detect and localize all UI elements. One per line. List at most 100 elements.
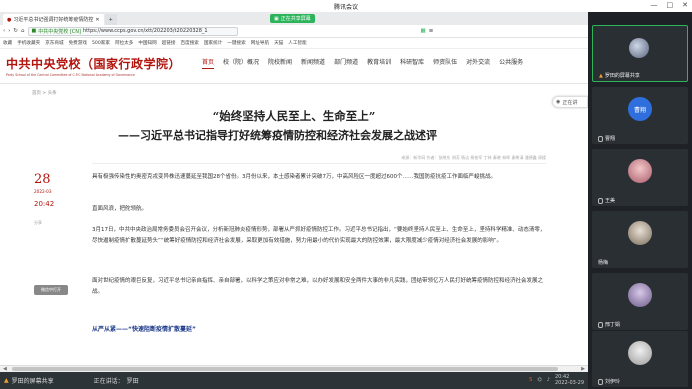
nav-item[interactable]: 校（院）概况: [223, 57, 259, 69]
mic-icon: [598, 321, 603, 328]
participant-tile[interactable]: 杨梅: [592, 211, 688, 268]
home-icon[interactable]: ⌂: [21, 28, 25, 34]
tab-title: 习近平总书记强调打好统筹疫情防控: [13, 17, 94, 23]
forward-icon[interactable]: ›: [8, 28, 10, 34]
bookmark-item[interactable]: 免费游戏: [69, 40, 87, 46]
participant-tile[interactable]: 邢丁娟: [592, 273, 688, 330]
floating-label: 正在讲: [562, 99, 578, 106]
close-button[interactable]: ✕: [682, 1, 688, 9]
bookmark-item[interactable]: 京东商城: [45, 40, 63, 46]
clock[interactable]: 20:42 2022-03-29: [555, 374, 584, 386]
window-title: 腾讯会议: [333, 3, 358, 11]
bookmark-item[interactable]: 百度搜索: [181, 40, 199, 46]
sharing-indicator[interactable]: ▣ 正在共享屏幕: [270, 14, 315, 23]
participant-name-row: 刘伊玲: [598, 378, 620, 385]
speaking-label: 正在讲话：: [93, 378, 124, 385]
date-column: 28 2022-03 20:42 分享: [34, 172, 64, 226]
speaking-indicator: 正在讲话： 罗田: [94, 376, 139, 385]
bookmark-item[interactable]: 500家家: [92, 40, 110, 46]
article-meta: 来源：新华网 作者：张晓东 胡芳 杨洁 杨依军 丁林 秦晓 林晖 谢希清 潘德鑫…: [92, 155, 546, 164]
url-field[interactable]: ■ 中共中央党校 [CN] https://www.ccps.gov.cn/xt…: [27, 26, 238, 36]
open-in-wechat-button[interactable]: 微信中打开: [34, 285, 68, 295]
share-owner[interactable]: ▲ 罗田的屏幕共享: [4, 376, 54, 385]
logo-sub: Party School of the Central Committee of…: [6, 73, 135, 77]
horizontal-scrollbar[interactable]: ◀ ▶: [0, 365, 588, 372]
logo-main: 中共中央党校（国家行政学院）: [6, 57, 182, 71]
date-time: 20:42: [34, 200, 55, 208]
mic-icon: [598, 135, 603, 142]
bookmark-item[interactable]: 人工智能: [288, 40, 306, 46]
bookmark-item[interactable]: 中国知网: [138, 40, 156, 46]
date-day: 28: [34, 172, 51, 187]
participant-name-row: ▲ 罗田的屏幕共享: [599, 72, 640, 80]
site-nav: 首页 校（院）概况 院校新闻 新闻频道 部门频道 教育培训 科研智库 师资队伍 对外交流 公共服务: [202, 57, 532, 69]
menu-icon[interactable]: ≡: [429, 28, 434, 34]
speaker-name: 罗田: [126, 378, 139, 385]
bookmarks-bar: 收藏 手机收藏夹 京东商城 免费游戏 500家家 阿拉太多 中国知网 超链接 百度搜索 国家统计一…: [0, 38, 588, 49]
article-title: “始终坚持人民至上、生命至上”: [212, 109, 376, 123]
share-icon: ▲: [599, 72, 603, 79]
nav-item[interactable]: 教育培训: [367, 57, 391, 69]
bookmark-item[interactable]: 国家统计: [204, 40, 222, 46]
nav-item[interactable]: 院校新闻: [268, 57, 292, 69]
participant-name-row: 杨梅: [598, 259, 608, 266]
volume-icon[interactable]: ♪: [547, 377, 550, 383]
bookmark-item[interactable]: 网址导航: [251, 40, 269, 46]
new-tab-button[interactable]: +: [104, 14, 117, 25]
nav-item[interactable]: 科研智库: [400, 57, 424, 69]
window-controls: — □ ✕: [651, 1, 689, 9]
bookmark-item[interactable]: 一键搜索: [227, 40, 245, 46]
site-favicon-icon: ●: [7, 16, 12, 23]
participant-tile[interactable]: ▲ 罗田的屏幕共享: [592, 25, 688, 82]
tab-close-icon[interactable]: ✕: [95, 17, 99, 23]
address-row: ‹ › ↻ ⌂ ■ 中共中央党校 [CN] https://www.ccps.g…: [0, 25, 588, 38]
article-area: 首页 > 头条 ◉ 正在讲 “始终坚持人民至上、生命至上” ——习近平总书记指导…: [0, 84, 588, 350]
bookmark-item[interactable]: 收藏: [3, 40, 12, 46]
extension-icon[interactable]: ▦: [421, 28, 426, 34]
url-prefix: 中共中央党校 [CN]: [38, 28, 81, 35]
nav-item[interactable]: 首页: [202, 57, 215, 69]
reload-icon[interactable]: ↻: [13, 28, 18, 34]
maximize-button[interactable]: □: [667, 1, 674, 9]
nav-item[interactable]: 师资队伍: [433, 57, 457, 69]
participant-name: 邢丁娟: [605, 322, 621, 328]
participant-tile[interactable]: 曹翔 曹翔: [592, 87, 688, 144]
sharing-label: 正在共享屏幕: [280, 16, 311, 22]
network-icon[interactable]: ⌬: [537, 377, 541, 383]
bookmark-item[interactable]: 阿拉太多: [115, 40, 133, 46]
site-logo[interactable]: 中共中央党校（国家行政学院） Party School of the Centr…: [6, 55, 181, 77]
back-icon[interactable]: ‹: [3, 28, 5, 34]
nav-item[interactable]: 公共服务: [499, 57, 523, 69]
share-label[interactable]: 分享: [34, 220, 64, 226]
participant-tile[interactable]: 刘伊玲: [592, 331, 688, 387]
minimize-button[interactable]: —: [651, 1, 658, 9]
participant-name: 王美: [605, 198, 616, 204]
mic-icon: [598, 197, 603, 204]
sogou-icon[interactable]: S: [529, 377, 532, 383]
nav-item[interactable]: 部门频道: [334, 57, 358, 69]
share-owner-icon: ▲: [4, 377, 9, 384]
participant-avatar: [628, 341, 652, 365]
section-heading: 从严从紧——“快速阻断疫情扩散蔓延”: [92, 326, 196, 333]
bookmark-item[interactable]: 手机收藏夹: [17, 40, 40, 46]
breadcrumb[interactable]: 首页 > 头条: [32, 90, 57, 96]
paragraph-3: 3月17日，中共中央政治局常务委员会召开会议，分析新冠肺炎疫情形势，部署从严抓好…: [92, 227, 546, 244]
participants-panel: ▲ 罗田的屏幕共享 曹翔 曹翔 王美 杨梅 邢丁娟 刘伊玲: [588, 12, 692, 389]
bookmark-item[interactable]: 天猫: [274, 40, 283, 46]
lock-icon: ■: [31, 28, 37, 34]
nav-item[interactable]: 对外交流: [466, 57, 490, 69]
floating-speaker-button[interactable]: ◉ 正在讲: [552, 96, 588, 108]
bookmark-item[interactable]: 超链接: [162, 40, 176, 46]
participant-tile[interactable]: 王美: [592, 149, 688, 206]
paragraph-4: 面对世纪疫情的艰巨反复，习近平总书记亲自指挥、亲自部署，以科学之策应对非常之难，…: [92, 278, 544, 295]
plus-label: +: [108, 16, 113, 23]
article-subtitle: ——习近平总书记指导打好统筹疫情防控和经济社会发展之战述评: [118, 129, 437, 142]
system-tray: S ⌬ ♪ 20:42 2022-03-29: [529, 374, 584, 386]
clock-date: 2022-03-29: [554, 380, 584, 386]
window-titlebar: 腾讯会议 — □ ✕: [0, 0, 692, 12]
participant-name-row: 曹翔: [598, 135, 615, 142]
nav-item[interactable]: 新闻频道: [301, 57, 325, 69]
scroll-thumb[interactable]: [12, 367, 558, 371]
tab-active[interactable]: ● 习近平总书记强调打好统筹疫情防控 ✕: [3, 14, 104, 25]
meeting-bottom-bar: ▲ 罗田的屏幕共享 正在讲话： 罗田 S ⌬ ♪ 20:42 2022-03-2…: [0, 372, 588, 389]
